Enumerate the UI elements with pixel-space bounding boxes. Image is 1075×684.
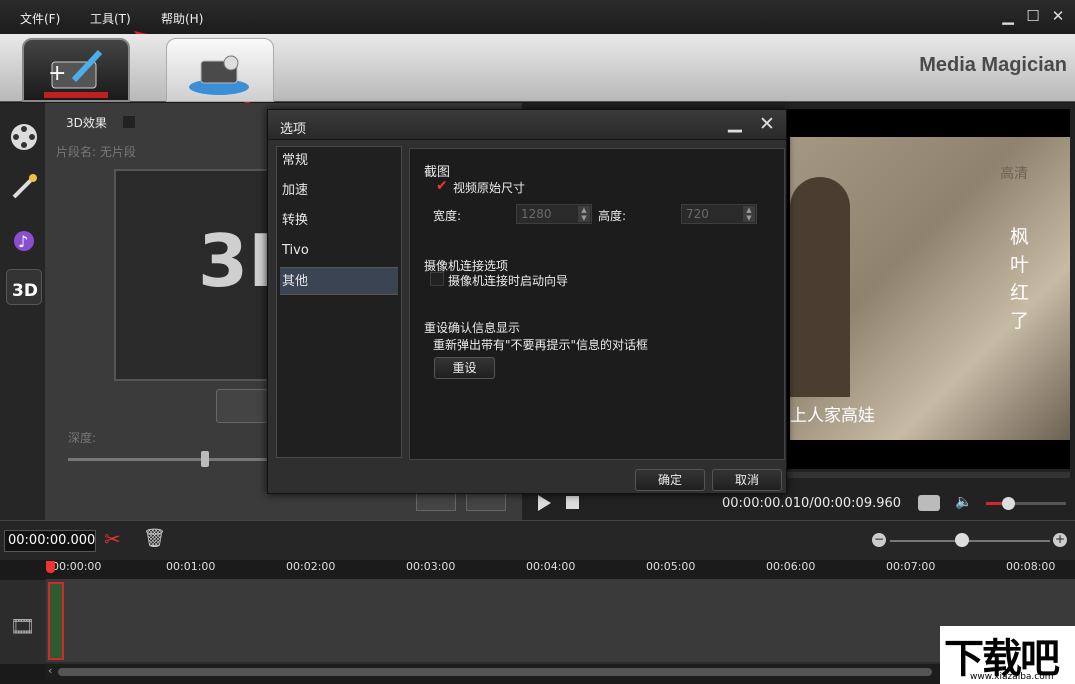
film-reel-icon[interactable] — [6, 119, 42, 155]
reset-button[interactable]: 重设 — [434, 357, 495, 379]
magic-wand-icon[interactable] — [6, 169, 42, 205]
tick-label: 00:06:00 — [766, 560, 816, 573]
video-frame: 高清 枫 叶 红 了 上人家高娃 — [790, 137, 1070, 440]
anaglyph-glasses-icon[interactable] — [216, 389, 268, 423]
film-track-icon: 🎞 — [10, 614, 36, 638]
zoom-in-icon[interactable]: + — [1053, 533, 1067, 547]
effect-3d-checkbox[interactable] — [122, 115, 136, 129]
film-pencil-icon: + — [44, 49, 108, 98]
depth-slider-handle[interactable] — [201, 451, 209, 467]
title-char: 叶 — [1010, 254, 1030, 276]
original-size-label: 视频原始尺寸 — [453, 181, 526, 195]
tick-label: 00:07:00 — [886, 560, 936, 573]
dialog-titlebar: 选项 ▁ ✕ — [268, 110, 786, 140]
width-spin-arrows[interactable]: ▲ ▼ — [578, 206, 590, 222]
depth-label: 深度: — [68, 431, 97, 445]
reset-section-title: 重设确认信息显示 — [424, 321, 521, 335]
play-icon[interactable] — [538, 495, 551, 511]
playhead[interactable] — [46, 561, 55, 573]
stop-icon[interactable] — [566, 496, 579, 509]
close-icon[interactable]: ✕ — [1050, 8, 1066, 24]
3d-icon[interactable]: 3D — [6, 269, 42, 305]
tick-label: 00:04:00 — [526, 560, 576, 573]
cancel-button[interactable]: 取消 — [712, 469, 782, 491]
ok-button[interactable]: 确定 — [635, 469, 705, 491]
vertical-title: 枫 叶 红 了 — [1010, 223, 1034, 335]
title-char: 枫 — [1010, 226, 1030, 248]
track-lane[interactable] — [46, 580, 1075, 662]
left-rail: ♪ 3D — [0, 103, 46, 520]
zoom-out-icon[interactable]: − — [872, 533, 886, 547]
volume-icon[interactable]: 🔈 — [955, 494, 972, 510]
nav-conversion[interactable]: 转换 — [280, 207, 398, 235]
person-figure — [790, 177, 850, 397]
nav-other[interactable]: 其他 — [280, 267, 398, 295]
clip-name-label: 片段名: 无片段 — [56, 145, 136, 159]
watermark-url: www.xiazaiba.com — [970, 672, 1054, 682]
clip-thumbnail[interactable] — [48, 582, 64, 660]
timeline-toolbar: 00:00:00.000 ✂ 🗑 − + — [0, 520, 1075, 560]
height-input[interactable]: 720 ▲ ▼ — [681, 204, 757, 224]
height-value: 720 — [686, 207, 709, 221]
nav-general[interactable]: 常规 — [280, 147, 398, 175]
minimize-icon[interactable]: ▁ — [1000, 8, 1016, 24]
width-value: 1280 — [521, 207, 552, 221]
camera-wizard-label: 摄像机连接时启动向导 — [448, 274, 569, 288]
options-content: 截图 ✔ 视频原始尺寸 宽度: 1280 ▲ ▼ 高度: 720 ▲ ▼ 摄像机连接… — [409, 148, 785, 460]
width-label: 宽度: — [433, 209, 462, 223]
camera-wizard-checkbox[interactable] — [430, 272, 444, 286]
dialog-close-icon[interactable]: ✕ — [759, 113, 775, 135]
svg-text:+: + — [48, 61, 66, 86]
tick-label: 00:02:00 — [286, 560, 336, 573]
nav-acceleration[interactable]: 加速 — [280, 177, 398, 205]
zoom-slider[interactable] — [890, 540, 1050, 542]
tab-edit[interactable]: + — [22, 38, 130, 102]
options-nav: 常规 加速 转换 Tivo 其他 — [276, 146, 402, 458]
nav-tivo[interactable]: Tivo — [280, 237, 398, 265]
title-char: 了 — [1010, 310, 1030, 332]
dialog-title: 选项 — [280, 122, 307, 137]
timeline-scrollbar[interactable] — [46, 664, 938, 680]
subtitle: 上人家高娃 — [790, 406, 875, 426]
maximize-icon[interactable]: ☐ — [1025, 8, 1041, 24]
volume-slider[interactable] — [986, 502, 1066, 505]
options-dialog: 选项 ▁ ✕ 常规 加速 转换 Tivo 其他 截图 ✔ 视频原始尺寸 宽度: … — [267, 109, 787, 494]
effect-3d-label: 3D效果 — [66, 116, 107, 130]
camera-icon[interactable] — [918, 495, 940, 511]
menu-file[interactable]: 文件(F) — [20, 10, 60, 27]
tick-label: 00:03:00 — [406, 560, 456, 573]
svg-text:♪: ♪ — [18, 232, 28, 251]
zoom-slider-handle[interactable] — [955, 533, 969, 547]
film-reel-icon — [189, 55, 249, 95]
time-display: 00:00:00.010/00:00:09.960 — [722, 496, 902, 511]
watermark-top: 高清 — [1000, 166, 1028, 182]
height-spin-arrows[interactable]: ▲ ▼ — [743, 206, 755, 222]
scissors-icon[interactable]: ✂ — [104, 527, 121, 551]
volume-slider-handle[interactable] — [1002, 497, 1015, 510]
header-bar: + Media Magician — [0, 34, 1075, 102]
tick-label: 00:08:00 — [1006, 560, 1056, 573]
trash-icon[interactable]: 🗑 — [143, 528, 166, 549]
tab-convert[interactable] — [166, 38, 274, 102]
dialog-minimize-icon[interactable]: ▁ — [728, 112, 742, 133]
svg-text:3D: 3D — [12, 281, 38, 301]
timeline-ruler[interactable]: 00:00:00 00:01:00 00:02:00 00:03:00 00:0… — [46, 560, 1075, 580]
music-note-icon[interactable]: ♪ — [6, 219, 42, 255]
depth-slider[interactable] — [68, 458, 268, 461]
reset-description: 重新弹出带有"不要再提示"信息的对话框 — [433, 338, 649, 352]
width-input[interactable]: 1280 ▲ ▼ — [516, 204, 592, 224]
title-char: 红 — [1010, 282, 1030, 304]
app-brand: Media Magician — [919, 54, 1067, 76]
current-time: 00:00:00.000 — [4, 530, 96, 552]
tick-label: 00:05:00 — [646, 560, 696, 573]
tick-label: 00:01:00 — [166, 560, 216, 573]
original-size-checkbox[interactable]: ✔ — [436, 179, 448, 193]
scrollbar-thumb[interactable] — [58, 668, 932, 676]
tick-label: 00:00:00 — [52, 560, 102, 573]
height-label: 高度: — [598, 209, 627, 223]
watermark-logo: 下载吧 www.xiazaiba.com — [940, 626, 1075, 684]
scroll-left-icon[interactable]: ‹ — [48, 664, 52, 677]
